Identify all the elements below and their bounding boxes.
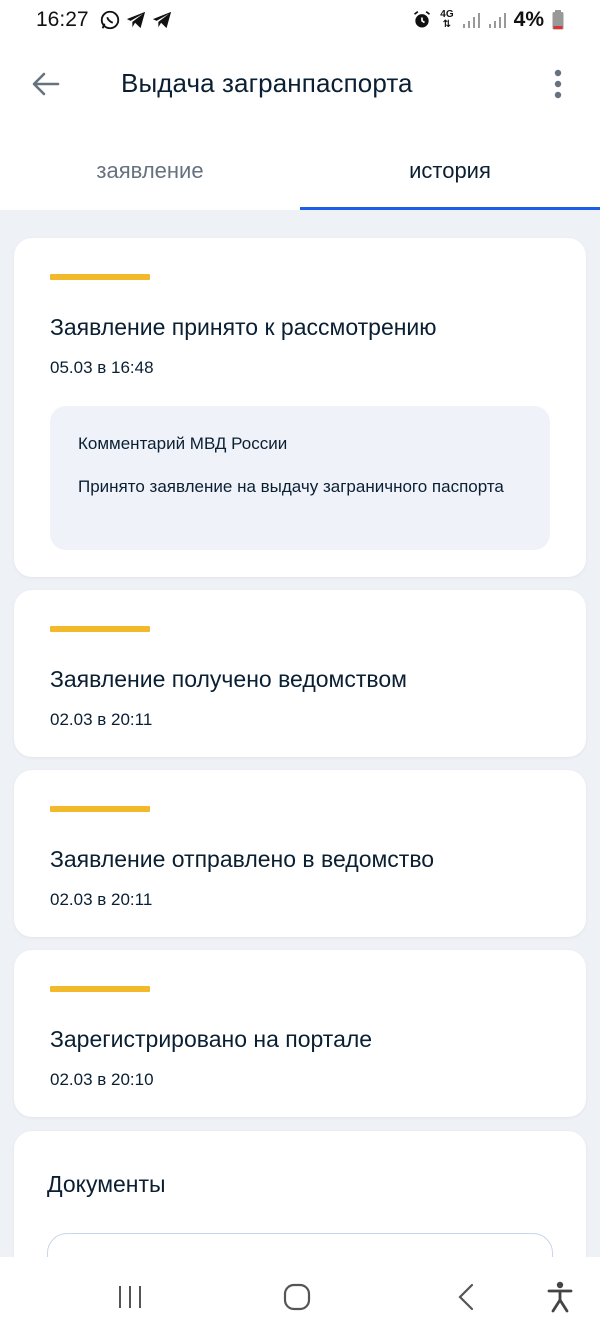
history-item-date: 02.03 в 20:11 [50, 710, 153, 729]
history-item: Зарегистрировано на портале 02.03 в 20:1… [14, 950, 586, 1117]
more-options-button[interactable] [536, 62, 580, 106]
history-item: Заявление принято к рассмотрению 05.03 в… [14, 238, 586, 577]
status-left: 16:27 [36, 8, 173, 32]
screen: 16:27 4G ⇅ 4% Выдача загранпаспорта заяв… [0, 0, 600, 1337]
tab-history-label: история [409, 158, 491, 183]
recent-apps-button[interactable] [106, 1275, 154, 1319]
comment-author: Комментарий МВД России [78, 434, 288, 453]
history-item-date: 02.03 в 20:10 [50, 1070, 154, 1089]
data-arrows-icon: ⇅ [442, 19, 452, 30]
status-right: 4G ⇅ 4% [412, 8, 564, 32]
history-item-title: Зарегистрировано на портале [50, 1026, 373, 1052]
status-bar: 16:27 4G ⇅ 4% [0, 0, 600, 40]
accessibility-button[interactable] [536, 1275, 584, 1319]
signal-icon-2 [488, 11, 506, 29]
history-item: Заявление получено ведомством 02.03 в 20… [14, 590, 586, 757]
tab-application-label: заявление [96, 158, 204, 183]
document-item[interactable] [47, 1233, 553, 1257]
history-item-title: Заявление принято к рассмотрению [50, 314, 437, 340]
comment-box: Комментарий МВД России Принято заявление… [50, 406, 550, 550]
home-button[interactable] [273, 1275, 321, 1319]
history-list: Заявление принято к рассмотрению 05.03 в… [0, 210, 600, 1257]
status-accent-line [50, 986, 150, 992]
tab-application[interactable]: заявление [0, 128, 300, 210]
chevron-left-icon [458, 1283, 474, 1311]
tab-history[interactable]: история [300, 128, 600, 210]
history-item-title: Заявление получено ведомством [50, 666, 407, 692]
status-accent-line [50, 806, 150, 812]
documents-card: Документы [14, 1131, 586, 1257]
documents-title: Документы [47, 1171, 166, 1197]
home-icon [283, 1283, 311, 1311]
more-vertical-icon [554, 69, 562, 99]
alarm-icon [412, 10, 432, 30]
page-title: Выдача загранпаспорта [121, 68, 413, 98]
back-button[interactable] [24, 62, 68, 106]
tabs: заявление история [0, 128, 600, 210]
telegram-icon [125, 10, 147, 30]
recent-apps-icon [119, 1286, 141, 1308]
battery-percent: 4% [513, 8, 544, 31]
status-accent-line [50, 274, 150, 280]
history-item: Заявление отправлено в ведомство 02.03 в… [14, 770, 586, 937]
history-item-title: Заявление отправлено в ведомство [50, 846, 435, 872]
history-item-date: 02.03 в 20:11 [50, 890, 153, 909]
status-accent-line [50, 626, 150, 632]
battery-icon [552, 10, 564, 30]
network-type-icon: 4G ⇅ [440, 10, 453, 30]
signal-icon [462, 11, 480, 29]
system-back-button[interactable] [442, 1275, 490, 1319]
telegram-icon-2 [151, 10, 173, 30]
whatsapp-icon [99, 9, 121, 31]
arrow-left-icon [32, 72, 60, 96]
comment-text: Принято заявление на выдачу заграничного… [78, 477, 504, 496]
status-time: 16:27 [36, 8, 89, 31]
app-header: Выдача загранпаспорта [0, 40, 600, 128]
accessibility-icon [547, 1281, 573, 1313]
history-item-date: 05.03 в 16:48 [50, 358, 154, 377]
system-nav-bar [0, 1257, 600, 1337]
